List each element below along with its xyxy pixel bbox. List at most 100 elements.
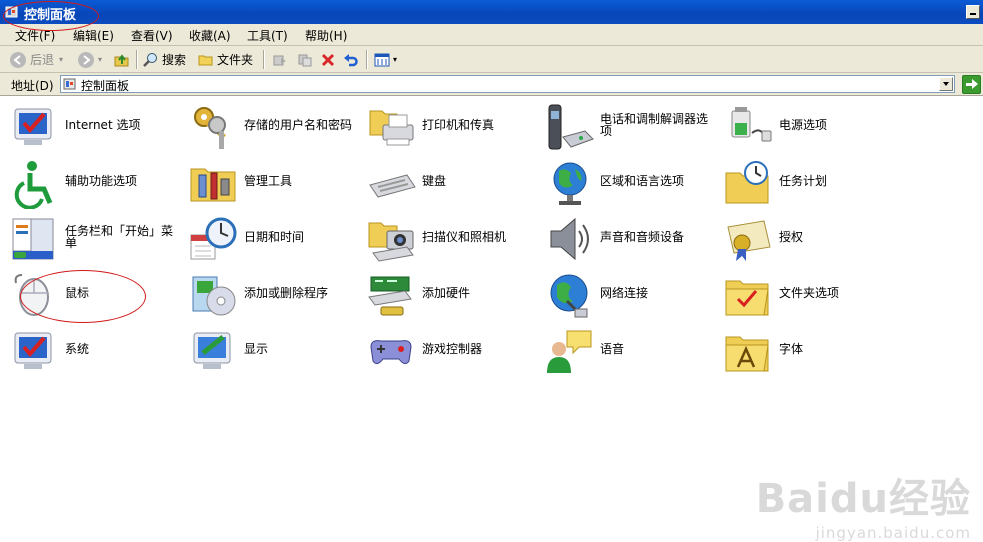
item-taskbar-start-menu[interactable]: 任务栏和「开始」菜单 (10, 215, 180, 267)
views-icon (374, 53, 390, 66)
accessibility-icon (14, 161, 53, 209)
speech-icon (547, 330, 592, 373)
menu-view[interactable]: 查看(V) (131, 27, 173, 44)
control-panel-small-icon (63, 78, 76, 90)
minimize-icon (970, 13, 976, 15)
title-bar: 控制面板 (0, 0, 983, 24)
scanner-camera-icon (368, 222, 414, 262)
delete-button[interactable] (320, 50, 339, 69)
item-label: 电源选项 (779, 118, 828, 132)
item-label: 鼠标 (65, 286, 90, 300)
taskbar-icon (12, 218, 54, 260)
copy-to-icon (298, 54, 312, 66)
item-phone-modem[interactable]: 电话和调制解调器选项 (545, 103, 715, 155)
keyboard-icon (369, 174, 416, 198)
item-printers-faxes[interactable]: 打印机和传真 (367, 103, 537, 155)
control-panel-content: Internet 选项 存储的用户名和密码 打印机和传真 电话和调制解调器选项 (0, 96, 983, 542)
item-label: 键盘 (422, 174, 447, 188)
forward-button[interactable]: ▾ (77, 50, 102, 69)
item-system[interactable]: 系统 (10, 327, 180, 379)
item-label: 授权 (779, 230, 804, 244)
menu-help[interactable]: 帮助(H) (305, 27, 347, 44)
forward-dropdown-icon: ▾ (98, 55, 103, 64)
copy-to-button[interactable] (297, 50, 316, 69)
mouse-icon (14, 274, 49, 316)
item-label: 声音和音频设备 (600, 230, 685, 244)
system-icon (14, 332, 52, 369)
item-label: 系统 (65, 342, 90, 356)
views-button[interactable]: ▾ (374, 50, 397, 69)
menu-file[interactable]: 文件(F) (15, 27, 55, 44)
menu-edit[interactable]: 编辑(E) (73, 27, 114, 44)
undo-icon (344, 53, 358, 66)
item-game-controllers[interactable]: 游戏控制器 (367, 327, 537, 379)
minimize-button[interactable] (966, 5, 980, 19)
search-button[interactable]: 搜索 (143, 50, 186, 69)
item-label: 存储的用户名和密码 (244, 118, 353, 132)
phone-modem-icon (548, 104, 594, 150)
item-scanners-cameras[interactable]: 扫描仪和照相机 (367, 215, 537, 267)
item-internet-options[interactable]: Internet 选项 (10, 103, 180, 155)
item-power-options[interactable]: 电源选项 (724, 103, 894, 155)
item-region-language[interactable]: 区域和语言选项 (545, 159, 715, 211)
gamepad-icon (370, 340, 412, 365)
menu-tools[interactable]: 工具(T) (247, 27, 288, 44)
watermark-url: jingyan.baidu.com (815, 524, 971, 542)
menu-favorites[interactable]: 收藏(A) (189, 27, 231, 44)
item-add-remove-programs[interactable]: 添加或删除程序 (189, 271, 359, 323)
address-input[interactable]: 控制面板 (60, 75, 955, 93)
move-to-icon (273, 55, 286, 65)
add-remove-programs-icon (192, 276, 236, 316)
globe-icon (553, 162, 587, 205)
item-scheduled-tasks[interactable]: 任务计划 (724, 159, 894, 211)
item-label: 文件夹选项 (779, 286, 840, 300)
views-dropdown-icon: ▾ (393, 55, 398, 64)
item-folder-options[interactable]: 文件夹选项 (724, 271, 894, 323)
item-label: 区域和语言选项 (600, 174, 685, 188)
item-keyboard[interactable]: 键盘 (367, 159, 537, 211)
admin-tools-icon (190, 168, 236, 202)
item-label: 字体 (779, 342, 804, 356)
up-folder-icon (114, 53, 129, 66)
item-mouse[interactable]: 鼠标 (10, 271, 180, 323)
search-icon (143, 52, 157, 67)
item-network-connections[interactable]: 网络连接 (545, 271, 715, 323)
control-panel-icon (5, 6, 18, 18)
watermark-logo: Baidu经验 (755, 476, 971, 522)
speaker-icon (550, 217, 589, 261)
item-admin-tools[interactable]: 管理工具 (189, 159, 359, 211)
address-label: 地址(D) (11, 79, 54, 93)
item-add-hardware[interactable]: 添加硬件 (367, 271, 537, 323)
move-to-button[interactable] (272, 50, 291, 69)
address-dropdown-button[interactable] (939, 77, 953, 91)
folders-button[interactable]: 文件夹 (198, 50, 253, 69)
item-licensing[interactable]: 授权 (724, 215, 894, 267)
up-folder-button[interactable] (113, 50, 134, 69)
back-button[interactable]: 后退 ▾ (9, 50, 63, 69)
undo-button[interactable] (343, 50, 362, 69)
folder-options-icon (725, 280, 769, 316)
item-label: 管理工具 (244, 174, 293, 188)
delete-icon (321, 53, 335, 66)
item-label: 电话和调制解调器选项 (600, 112, 709, 138)
item-speech[interactable]: 语音 (545, 327, 715, 379)
item-fonts[interactable]: 字体 (724, 327, 894, 379)
item-display[interactable]: 显示 (189, 327, 359, 379)
item-stored-credentials[interactable]: 存储的用户名和密码 (189, 103, 359, 155)
forward-arrow-icon (78, 51, 94, 68)
item-accessibility[interactable]: 辅助功能选项 (10, 159, 180, 211)
item-label: 任务计划 (779, 174, 828, 188)
go-button[interactable] (962, 75, 981, 94)
item-label: 日期和时间 (244, 230, 305, 244)
item-sounds-audio[interactable]: 声音和音频设备 (545, 215, 715, 267)
display-icon (193, 332, 231, 369)
item-label: 显示 (244, 342, 269, 356)
folders-label: 文件夹 (217, 53, 254, 67)
folder-icon (198, 55, 213, 65)
certificate-icon (727, 220, 771, 261)
item-date-time[interactable]: 日期和时间 (189, 215, 359, 267)
item-label: 语音 (600, 342, 625, 356)
address-bar: 地址(D) 控制面板 (0, 73, 983, 96)
item-label: 辅助功能选项 (65, 174, 138, 188)
scheduled-tasks-icon (725, 161, 769, 204)
